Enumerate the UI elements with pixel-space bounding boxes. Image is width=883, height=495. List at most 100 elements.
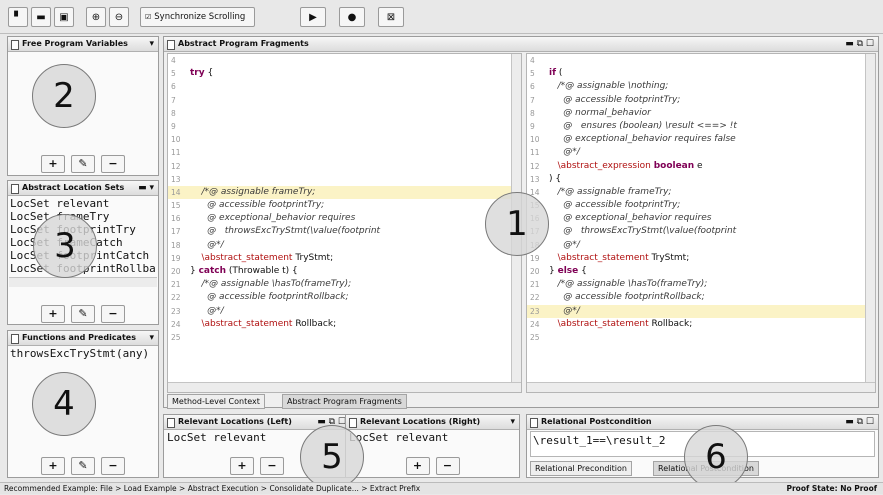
line-number: 18 [171, 240, 181, 250]
edit-button[interactable]: ✎ [71, 305, 95, 323]
code-line[interactable]: 9 @ ensures (boolean) \result <==> !t [527, 120, 875, 133]
line-number: 25 [530, 332, 540, 342]
code-text: \abstract_statement Rollback; [557, 318, 693, 329]
code-line[interactable]: 10 @ exceptional_behavior requires false [527, 133, 875, 146]
remove-button[interactable]: − [101, 305, 125, 323]
line-number: 20 [171, 267, 181, 276]
tab-method-level-context[interactable]: Method-Level Context [167, 394, 265, 409]
code-text: @ throwsExcTryStmt(\value(footprint [549, 226, 737, 237]
code-line[interactable]: 21 /*@ assignable \hasTo(frameTry); [168, 278, 521, 291]
code-line[interactable]: 16 @ exceptional_behavior requires [527, 212, 875, 225]
left-code-editor[interactable]: 4 5 try {6 7 8 9 10 11 12 13 14 /*@ assignable fra… [167, 53, 522, 393]
code-line[interactable]: 12 [168, 160, 521, 173]
save-icon[interactable]: ▣ [54, 7, 74, 27]
line-number: 19 [171, 253, 181, 263]
code-line[interactable]: 13) { [527, 173, 875, 186]
code-line[interactable]: 7 @ accessible footprintTry; [527, 94, 875, 107]
code-text: @ exceptional_behavior requires [549, 213, 712, 224]
code-line[interactable]: 18 @*/ [527, 239, 875, 252]
code-text: /*@ assignable frameTry; [190, 186, 316, 197]
callout-6: 6 [684, 425, 748, 489]
code-line[interactable]: 22 @ accessible footprintRollback; [168, 291, 521, 304]
code-text: @ accessible footprintTry; [549, 200, 681, 211]
code-line[interactable]: 17 @ throwsExcTryStmt(\value(footprint [527, 225, 875, 238]
code-line[interactable]: 12 \abstract_expression boolean e [527, 160, 875, 173]
remove-button[interactable]: − [260, 457, 284, 475]
code-line[interactable]: 18 @*/ [168, 239, 521, 252]
add-button[interactable]: + [41, 457, 65, 475]
code-line[interactable]: 13 [168, 173, 521, 186]
code-line[interactable]: 14 /*@ assignable frameTry; [168, 185, 521, 200]
edit-button[interactable]: ✎ [71, 155, 95, 173]
window-controls[interactable]: ▬ ⧉ ☐ [845, 37, 874, 51]
add-button[interactable]: + [405, 457, 430, 475]
code-line[interactable]: 4 [527, 54, 875, 67]
new-file-icon[interactable]: ▘ [8, 7, 28, 27]
record-icon[interactable]: ● [339, 7, 365, 27]
add-button[interactable]: + [230, 457, 254, 475]
vertical-scrollbar[interactable] [865, 54, 875, 384]
code-line[interactable]: 5 if ( [527, 67, 875, 80]
play-icon[interactable]: ▶ [300, 7, 326, 27]
line-number: 9 [530, 121, 535, 131]
window-controls[interactable]: ▬ ▾ [138, 181, 154, 195]
tab-abstract-program-fragments[interactable]: Abstract Program Fragments [282, 394, 407, 409]
dropdown-icon[interactable]: ▾ [510, 415, 515, 429]
zoom-in-icon[interactable]: ⊕ [86, 7, 106, 27]
list-item[interactable]: LocSet relevant [10, 197, 156, 210]
code-line[interactable]: 14 /*@ assignable frameTry; [527, 186, 875, 199]
add-button[interactable]: + [41, 155, 65, 173]
code-line[interactable]: 24 \abstract_statement Rollback; [168, 318, 521, 331]
list-item[interactable]: LocSet relevant [349, 431, 517, 444]
horizontal-scrollbar[interactable] [9, 277, 157, 287]
code-line[interactable]: 4 [168, 54, 521, 67]
stop-icon[interactable]: ⊠ [378, 7, 404, 27]
line-number: 19 [530, 253, 540, 263]
code-line[interactable]: 15 @ accessible footprintTry; [527, 199, 875, 212]
code-line[interactable]: 6 [168, 80, 521, 93]
code-line[interactable]: 16 @ exceptional_behavior requires [168, 212, 521, 225]
code-line[interactable]: 11 [168, 146, 521, 159]
dropdown-icon[interactable]: ▾ [149, 331, 154, 345]
code-line[interactable]: 20} catch (Throwable t) { [168, 265, 521, 278]
list-item[interactable]: throwsExcTryStmt(any) [10, 347, 156, 360]
code-line[interactable]: 7 [168, 94, 521, 107]
dropdown-icon[interactable]: ▾ [149, 37, 154, 51]
add-button[interactable]: + [41, 305, 65, 323]
code-line[interactable]: 24 \abstract_statement Rollback; [527, 318, 875, 331]
code-text: /*@ assignable frameTry; [549, 186, 672, 197]
sync-scrolling-toggle[interactable]: ☑ Synchronize Scrolling [140, 7, 255, 27]
horizontal-scrollbar[interactable] [527, 382, 875, 392]
remove-button[interactable]: − [101, 457, 125, 475]
code-line[interactable]: 5 try { [168, 67, 521, 80]
code-line[interactable]: 22 @ accessible footprintRollback; [527, 291, 875, 304]
relevant-right-list: LocSet relevant [349, 431, 517, 444]
code-text: try { [190, 68, 214, 79]
remove-button[interactable]: − [101, 155, 125, 173]
zoom-out-icon[interactable]: ⊖ [109, 7, 129, 27]
code-line[interactable]: 9 [168, 120, 521, 133]
code-line[interactable]: 11 @*/ [527, 146, 875, 159]
code-line[interactable]: 6 /*@ assignable \nothing; [527, 80, 875, 93]
code-line[interactable]: 20} else { [527, 265, 875, 278]
open-folder-icon[interactable]: ▬ [31, 7, 51, 27]
horizontal-scrollbar[interactable] [168, 382, 521, 392]
code-line[interactable]: 23 @*/ [527, 304, 875, 318]
code-line[interactable]: 19 \abstract_statement TryStmt; [527, 252, 875, 265]
code-line[interactable]: 10 [168, 133, 521, 146]
remove-button[interactable]: − [435, 457, 460, 475]
code-line[interactable]: 15 @ accessible footprintTry; [168, 199, 521, 212]
right-code-editor[interactable]: 4 5 if (6 /*@ assignable \nothing; 7 @ acce… [526, 53, 876, 393]
code-line[interactable]: 25 [168, 331, 521, 344]
code-line[interactable]: 19 \abstract_statement TryStmt; [168, 252, 521, 265]
code-line[interactable]: 25 [527, 331, 875, 344]
code-line[interactable]: 8 [168, 107, 521, 120]
window-controls[interactable]: ▬ ⧉ ☐ [845, 415, 874, 429]
code-line[interactable]: 21 /*@ assignable \hasTo(frameTry); [527, 278, 875, 291]
code-line[interactable]: 17 @ throwsExcTryStmt(\value(footprint [168, 225, 521, 238]
tab-relational-precondition[interactable]: Relational Precondition [530, 461, 632, 476]
code-text: if ( [549, 68, 563, 79]
code-line[interactable]: 23 @*/ [168, 305, 521, 318]
edit-button[interactable]: ✎ [71, 457, 95, 475]
code-line[interactable]: 8 @ normal_behavior [527, 107, 875, 120]
